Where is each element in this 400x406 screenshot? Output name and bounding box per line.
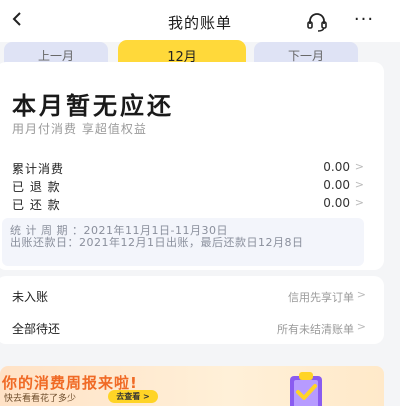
list-item-hint: 所有未结清账单	[277, 323, 354, 336]
list-item-all-pending[interactable]: 全部待还 所有未结清账单 >	[0, 312, 384, 342]
due-status-title: 本月暂无应还	[12, 92, 174, 120]
row-repaid[interactable]: 已 还 款 0.00 >	[12, 196, 364, 212]
promo-subtitle[interactable]: 用月付消费 享超值权益	[12, 120, 147, 137]
clipboard-check-icon	[290, 372, 322, 406]
list-item-hint: 信用先享订单	[288, 291, 354, 304]
row-refunded[interactable]: 已 退 款 0.00 >	[12, 178, 364, 194]
row-value: 0.00	[323, 196, 350, 210]
row-value: 0.00	[323, 160, 350, 174]
billing-period-box: 统 计 周 期 ：2021年11月1日-11月30日 出账还款日：2021年12…	[2, 218, 364, 266]
chevron-right-icon: >	[356, 288, 366, 301]
top-bar: 我的账单 ···	[0, 0, 400, 42]
bill-list-card: 未入账 信用先享订单 > 全部待还 所有未结清账单 >	[0, 276, 384, 344]
chevron-right-icon: >	[354, 178, 364, 191]
more-menu-button[interactable]: ···	[352, 10, 376, 30]
view-report-button[interactable]: 去查看 >	[108, 390, 158, 403]
weekly-report-banner[interactable]: 你的消费周报来啦! 快去看看花了多少 去查看 >	[0, 366, 384, 406]
banner-subtitle: 快去看看花了多少	[4, 394, 77, 404]
list-item-label: 全部待还	[12, 322, 61, 336]
list-item-unbilled[interactable]: 未入账 信用先享订单 >	[0, 280, 384, 310]
row-label: 累计消费	[12, 162, 65, 176]
chevron-right-icon: >	[354, 196, 364, 209]
chevron-right-icon: >	[356, 320, 366, 333]
chevron-right-icon: >	[354, 160, 364, 173]
row-total-spend[interactable]: 累计消费 0.00 >	[12, 160, 364, 176]
customer-service-button[interactable]	[306, 12, 328, 32]
row-label: 已 还 款	[12, 198, 61, 212]
repayment-dates: 出账还款日：2021年12月1日出账，最后还款日12月8日	[10, 236, 304, 249]
row-label: 已 退 款	[12, 180, 61, 194]
page-title: 我的账单	[167, 14, 232, 32]
headset-icon	[307, 13, 327, 32]
bill-page: 我的账单 ··· 上一月 下一月 12月 本月暂无应还 用月付消费 享超值权益 …	[0, 0, 400, 406]
row-value: 0.00	[323, 178, 350, 192]
list-item-label: 未入账	[12, 290, 49, 304]
